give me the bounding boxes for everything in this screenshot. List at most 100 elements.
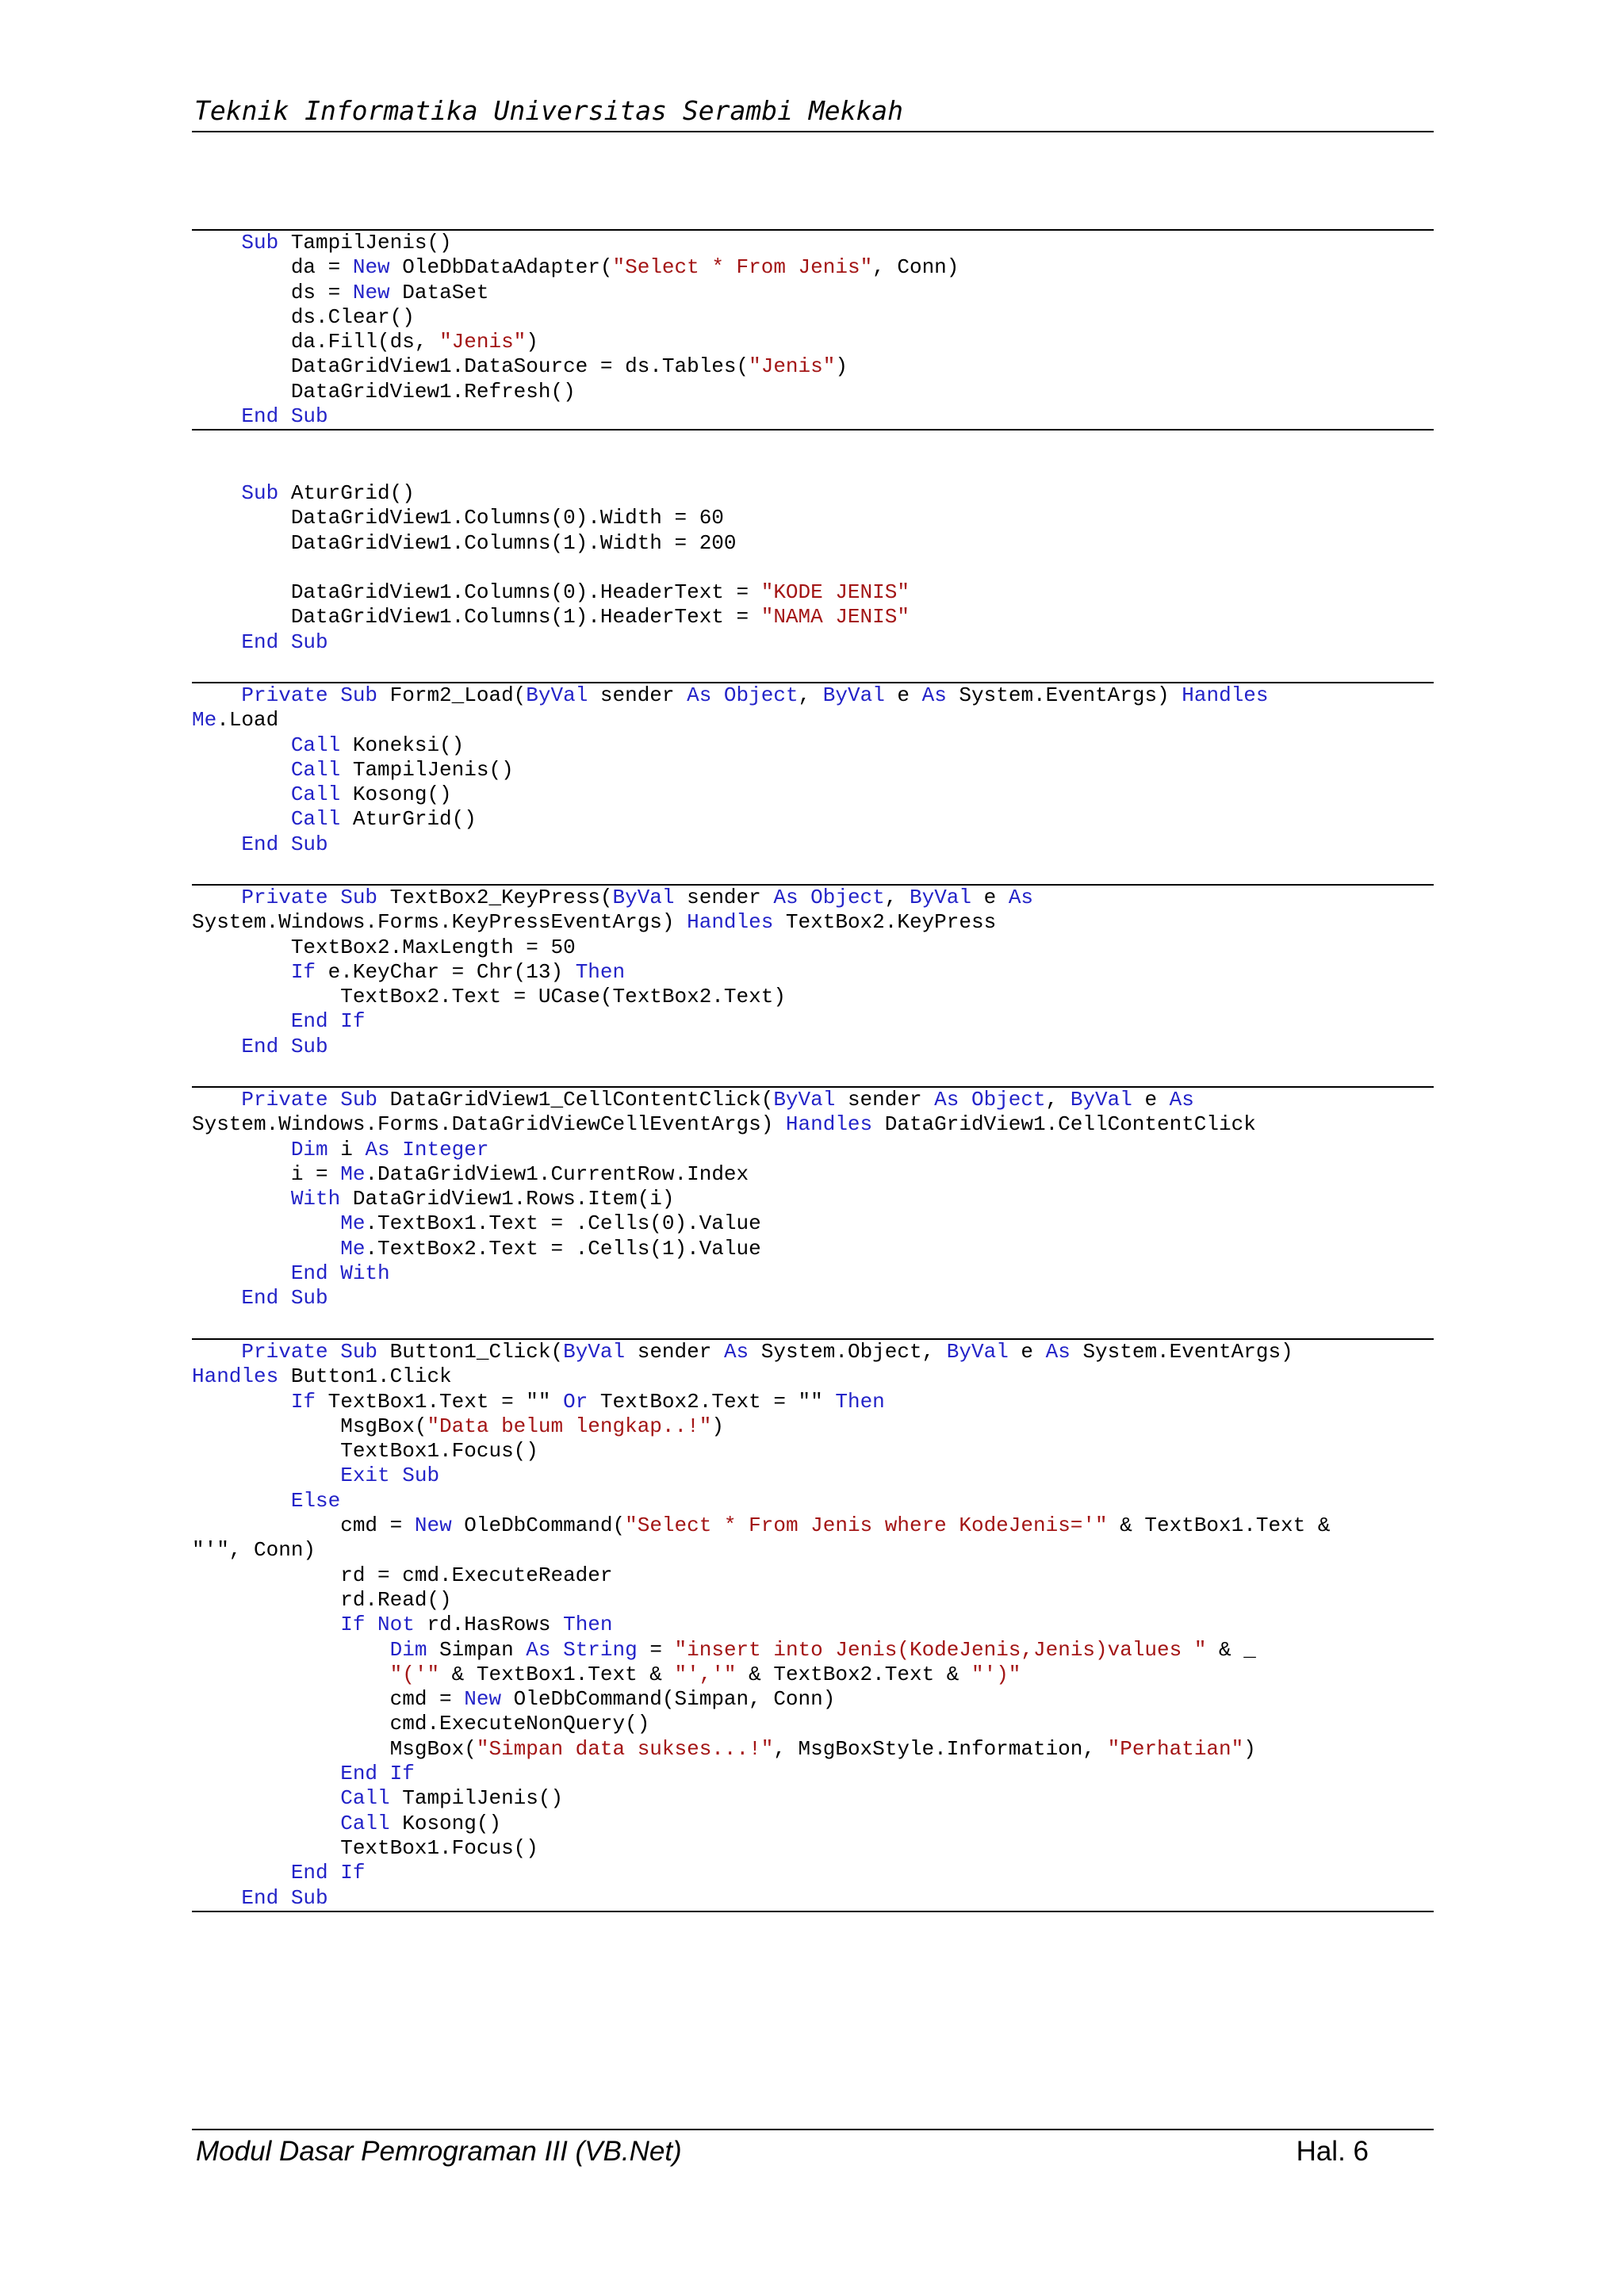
code-line: cmd.ExecuteNonQuery()	[192, 1712, 650, 1736]
code-keyword: Call	[192, 757, 341, 782]
code-keyword: Me	[192, 1211, 366, 1236]
code-text: OleDbCommand(	[451, 1513, 626, 1538]
code-text: TextBox2.Text = UCase(TextBox2.Text)	[192, 985, 786, 1009]
code-text: Kosong()	[340, 783, 452, 807]
code-keyword: Me	[192, 708, 217, 733]
code-line: Call AturGrid()	[192, 807, 477, 831]
footer-module-title: Modul Dasar Pemrograman III (VB.Net)	[196, 2136, 682, 2167]
code-text: MsgBox(	[192, 1414, 427, 1438]
code-line: Sub AturGrid()	[192, 481, 415, 505]
code-line: Else	[192, 1489, 340, 1513]
code-text: cmd.ExecuteNonQuery()	[192, 1712, 650, 1736]
code-line: Private Sub DataGridView1_CellContentCli…	[192, 1088, 1194, 1112]
code-line: "('" & TextBox1.Text & "','" & TextBox2.…	[192, 1663, 1021, 1686]
code-text: e	[1132, 1088, 1170, 1112]
code-listing: Private Sub Form2_Load(ByVal sender As O…	[192, 683, 1434, 857]
code-text: System.EventArgs)	[946, 683, 1182, 707]
code-text: DataGridView1_CellContentClick(	[377, 1088, 774, 1112]
code-text: sender	[674, 886, 774, 909]
code-text: System.Object,	[749, 1340, 947, 1364]
code-text: e	[1008, 1340, 1046, 1364]
code-text: DataGridView1.CellContentClick	[872, 1112, 1256, 1137]
code-line: DataGridView1.DataSource = ds.Tables("Je…	[192, 354, 848, 378]
code-keyword: As Object	[687, 683, 799, 707]
code-line: ds = New DataSet	[192, 280, 489, 304]
code-text: .DataGridView1.CurrentRow.Index	[365, 1161, 749, 1186]
code-text: ,	[1045, 1088, 1071, 1112]
code-keyword: New	[352, 280, 390, 304]
code-line: cmd = New OleDbCommand("Select * From Je…	[192, 1513, 1330, 1537]
code-line: Private Sub Form2_Load(ByVal sender As O…	[192, 683, 1269, 707]
code-keyword: Me	[192, 1236, 366, 1261]
code-keyword: Call	[192, 783, 341, 807]
code-text: )	[835, 354, 848, 379]
code-text: rd.HasRows	[414, 1613, 564, 1637]
code-keyword: If Not	[192, 1613, 415, 1637]
code-line: If e.KeyChar = Chr(13) Then	[192, 960, 625, 984]
code-line: If TextBox1.Text = "" Or TextBox2.Text =…	[192, 1390, 885, 1414]
code-keyword: As	[1045, 1340, 1071, 1364]
code-text: AturGrid()	[340, 807, 477, 832]
code-keyword: End Sub	[192, 832, 328, 856]
code-listing: Private Sub DataGridView1_CellContentCli…	[192, 1088, 1434, 1311]
code-keyword: ByVal	[910, 886, 972, 909]
code-text: Simpan	[427, 1637, 527, 1662]
code-text: Form2_Load(	[377, 683, 527, 707]
code-text: & _	[1206, 1637, 1256, 1662]
code-text: )	[1243, 1736, 1256, 1761]
code-text: .Load	[216, 708, 279, 733]
code-line: rd.Read()	[192, 1588, 451, 1612]
code-text: DataGridView1.Columns(1).HeaderText =	[192, 605, 761, 629]
code-text: DataSet	[389, 280, 489, 304]
code-line: Sub TampilJenis()	[192, 231, 451, 254]
code-line: Private Sub Button1_Click(ByVal sender A…	[192, 1340, 1293, 1364]
code-text: i =	[192, 1161, 341, 1186]
code-listing: Private Sub TextBox2_KeyPress(ByVal send…	[192, 886, 1434, 1059]
code-keyword: Private Sub	[192, 1340, 378, 1364]
code-text: TextBox2.KeyPress	[773, 910, 997, 935]
code-keyword: Handles	[1182, 683, 1269, 707]
code-keyword: ByVal	[612, 886, 675, 909]
code-line: Me.TextBox2.Text = .Cells(1).Value	[192, 1237, 761, 1261]
code-line: TextBox1.Focus()	[192, 1439, 538, 1463]
code-text: MsgBox(	[192, 1736, 477, 1761]
code-text: )	[711, 1414, 724, 1438]
code-line: cmd = New OleDbCommand(Simpan, Conn)	[192, 1687, 836, 1712]
code-text: TextBox2.Text = ""	[588, 1389, 836, 1414]
code-keyword: New	[414, 1513, 452, 1538]
code-keyword: As	[723, 1340, 749, 1364]
code-line: End Sub	[192, 630, 327, 654]
code-block-datagridview1-cellcontentclick: Private Sub DataGridView1_CellContentCli…	[192, 1086, 1434, 1311]
code-keyword: As Integer	[365, 1137, 489, 1161]
code-text: rd = cmd.ExecuteReader	[192, 1563, 613, 1587]
code-line: End With	[192, 1261, 390, 1285]
code-keyword: Sub	[192, 481, 279, 505]
code-text: da.Fill(ds,	[192, 330, 440, 354]
code-text: System.Windows.Forms.DataGridViewCellEve…	[192, 1112, 786, 1137]
code-line: Me.Load	[192, 708, 278, 732]
code-string: "Data belum lengkap..!"	[427, 1414, 712, 1438]
code-keyword: Then	[835, 1389, 885, 1414]
code-line: "'", Conn)	[192, 1538, 316, 1562]
code-keyword: New	[464, 1687, 502, 1712]
code-line: da = New OleDbDataAdapter("Select * From…	[192, 255, 959, 279]
code-string: "')"	[971, 1662, 1021, 1686]
code-keyword: End With	[192, 1261, 390, 1286]
code-line: Call Kosong()	[192, 1812, 501, 1835]
code-keyword: End Sub	[192, 1286, 328, 1311]
code-keyword: Exit Sub	[192, 1464, 440, 1488]
code-line: Exit Sub	[192, 1464, 439, 1487]
code-string: "Perhatian"	[1107, 1736, 1244, 1761]
code-string: "Select * From Jenis where KodeJenis='"	[625, 1513, 1108, 1538]
code-keyword: As	[1169, 1088, 1194, 1112]
code-keyword: If	[192, 1389, 316, 1414]
code-text: OleDbDataAdapter(	[389, 255, 613, 280]
code-text: ds =	[192, 280, 353, 304]
code-keyword: As Object	[934, 1088, 1046, 1112]
code-line: DataGridView1.Columns(0).Width = 60	[192, 506, 724, 530]
page-header-title: Teknik Informatika Universitas Serambi M…	[194, 95, 904, 126]
code-text: AturGrid()	[278, 481, 415, 505]
code-text: TampilJenis()	[340, 757, 514, 782]
code-keyword: ByVal	[773, 1088, 836, 1112]
code-text: ds.Clear()	[192, 304, 415, 329]
